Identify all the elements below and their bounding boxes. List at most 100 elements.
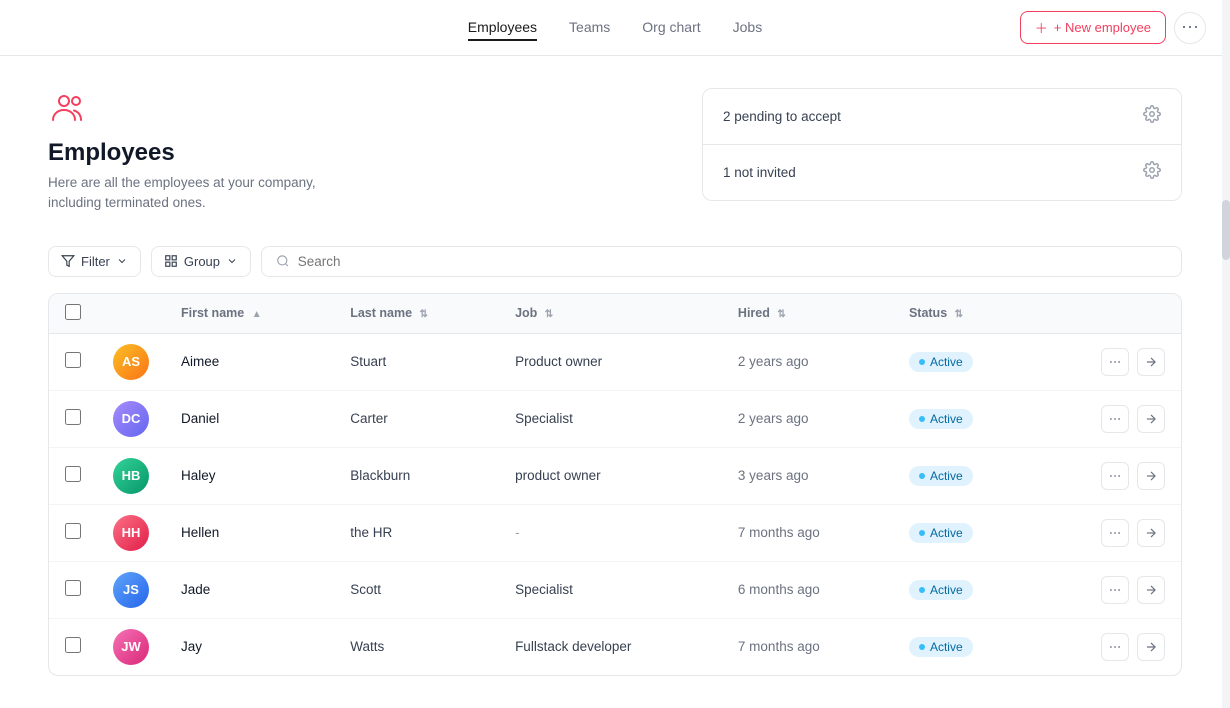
row-more-button[interactable] [1101,405,1129,433]
hired-sort-icon: ⇅ [777,309,785,320]
row-avatar-cell: JS [97,561,165,618]
row-first-name: Aimee [165,333,334,390]
row-status: Active [893,618,1037,675]
pending-settings-button[interactable] [1143,105,1161,128]
new-employee-button[interactable]: ＋ + New employee [1020,11,1166,44]
ellipsis-icon [1108,469,1122,483]
row-status: Active [893,390,1037,447]
row-job: - [499,504,722,561]
filter-bar: Filter Group [48,246,1182,277]
row-actions-cell [1037,561,1181,618]
avatar: DC [113,401,149,437]
nav-item-teams[interactable]: Teams [569,15,610,41]
row-checkbox[interactable] [65,409,81,425]
row-last-name: Blackburn [334,447,499,504]
row-status: Active [893,333,1037,390]
avatar-header [97,294,165,334]
employees-table: First name ▲ Last name ⇅ Job ⇅ Hired ⇅ [48,293,1182,676]
nav-more-button[interactable]: ⋯ [1174,12,1206,44]
page-title: Employees [48,139,662,167]
row-navigate-button[interactable] [1137,633,1165,661]
not-invited-alert: 1 not invited [703,145,1181,200]
row-navigate-button[interactable] [1137,576,1165,604]
row-job: Fullstack developer [499,618,722,675]
search-icon [276,254,290,268]
row-select-cell [49,504,97,561]
row-actions-cell [1037,504,1181,561]
nav-items: Employees Teams Org chart Jobs [468,15,762,41]
row-last-name: Watts [334,618,499,675]
group-label: Group [184,254,220,269]
table-row: AS Aimee Stuart Product owner 2 years ag… [49,333,1181,390]
row-job: Specialist [499,561,722,618]
status-sort-icon: ⇅ [955,309,963,320]
select-all-header [49,294,97,334]
avatar: JS [113,572,149,608]
row-job: product owner [499,447,722,504]
row-actions [1053,633,1165,661]
row-first-name: Jay [165,618,334,675]
select-all-checkbox[interactable] [65,304,81,320]
row-checkbox[interactable] [65,466,81,482]
row-hired: 7 months ago [722,618,893,675]
row-hired: 7 months ago [722,504,893,561]
nav-item-jobs[interactable]: Jobs [733,15,763,41]
filter-icon [61,254,75,268]
row-navigate-button[interactable] [1137,348,1165,376]
row-last-name: the HR [334,504,499,561]
row-job: Product owner [499,333,722,390]
scrollbar[interactable] [1222,0,1230,708]
ellipsis-icon [1108,583,1122,597]
group-chevron-icon [226,255,238,267]
pending-alert: 2 pending to accept [703,89,1181,145]
hired-header[interactable]: Hired ⇅ [722,294,893,334]
row-checkbox[interactable] [65,637,81,653]
row-select-cell [49,447,97,504]
last-name-sort-icon: ⇅ [420,309,428,320]
search-input[interactable] [298,254,1167,269]
row-actions-cell [1037,333,1181,390]
ellipsis-icon [1108,526,1122,540]
first-name-header[interactable]: First name ▲ [165,294,334,334]
avatar: AS [113,344,149,380]
row-navigate-button[interactable] [1137,462,1165,490]
last-name-header[interactable]: Last name ⇅ [334,294,499,334]
row-more-button[interactable] [1101,348,1129,376]
row-hired: 2 years ago [722,333,893,390]
filter-chevron-icon [116,255,128,267]
row-checkbox[interactable] [65,523,81,539]
row-more-button[interactable] [1101,633,1129,661]
row-first-name: Daniel [165,390,334,447]
scrollbar-thumb[interactable] [1222,200,1230,260]
row-more-button[interactable] [1101,462,1129,490]
row-actions-cell [1037,618,1181,675]
row-navigate-button[interactable] [1137,405,1165,433]
status-dot-icon [919,644,925,650]
table-row: DC Daniel Carter Specialist 2 years ago … [49,390,1181,447]
status-header[interactable]: Status ⇅ [893,294,1037,334]
header-left: Employees Here are all the employees at … [48,88,662,214]
arrow-right-icon [1144,526,1158,540]
nav-item-employees[interactable]: Employees [468,15,537,41]
row-navigate-button[interactable] [1137,519,1165,547]
first-name-sort-icon: ▲ [252,309,262,320]
filter-button[interactable]: Filter [48,246,141,277]
row-status: Active [893,447,1037,504]
table-header-row: First name ▲ Last name ⇅ Job ⇅ Hired ⇅ [49,294,1181,334]
row-more-button[interactable] [1101,576,1129,604]
status-dot-icon [919,416,925,422]
row-checkbox[interactable] [65,580,81,596]
group-button[interactable]: Group [151,246,251,277]
row-first-name: Jade [165,561,334,618]
row-checkbox[interactable] [65,352,81,368]
header-section: Employees Here are all the employees at … [48,88,1182,214]
job-header[interactable]: Job ⇅ [499,294,722,334]
status-badge: Active [909,352,973,372]
avatar: HB [113,458,149,494]
row-actions [1053,462,1165,490]
row-more-button[interactable] [1101,519,1129,547]
nav-item-org-chart[interactable]: Org chart [642,15,700,41]
not-invited-settings-button[interactable] [1143,161,1161,184]
status-dot-icon [919,587,925,593]
alerts-panel: 2 pending to accept 1 not invited [702,88,1182,201]
